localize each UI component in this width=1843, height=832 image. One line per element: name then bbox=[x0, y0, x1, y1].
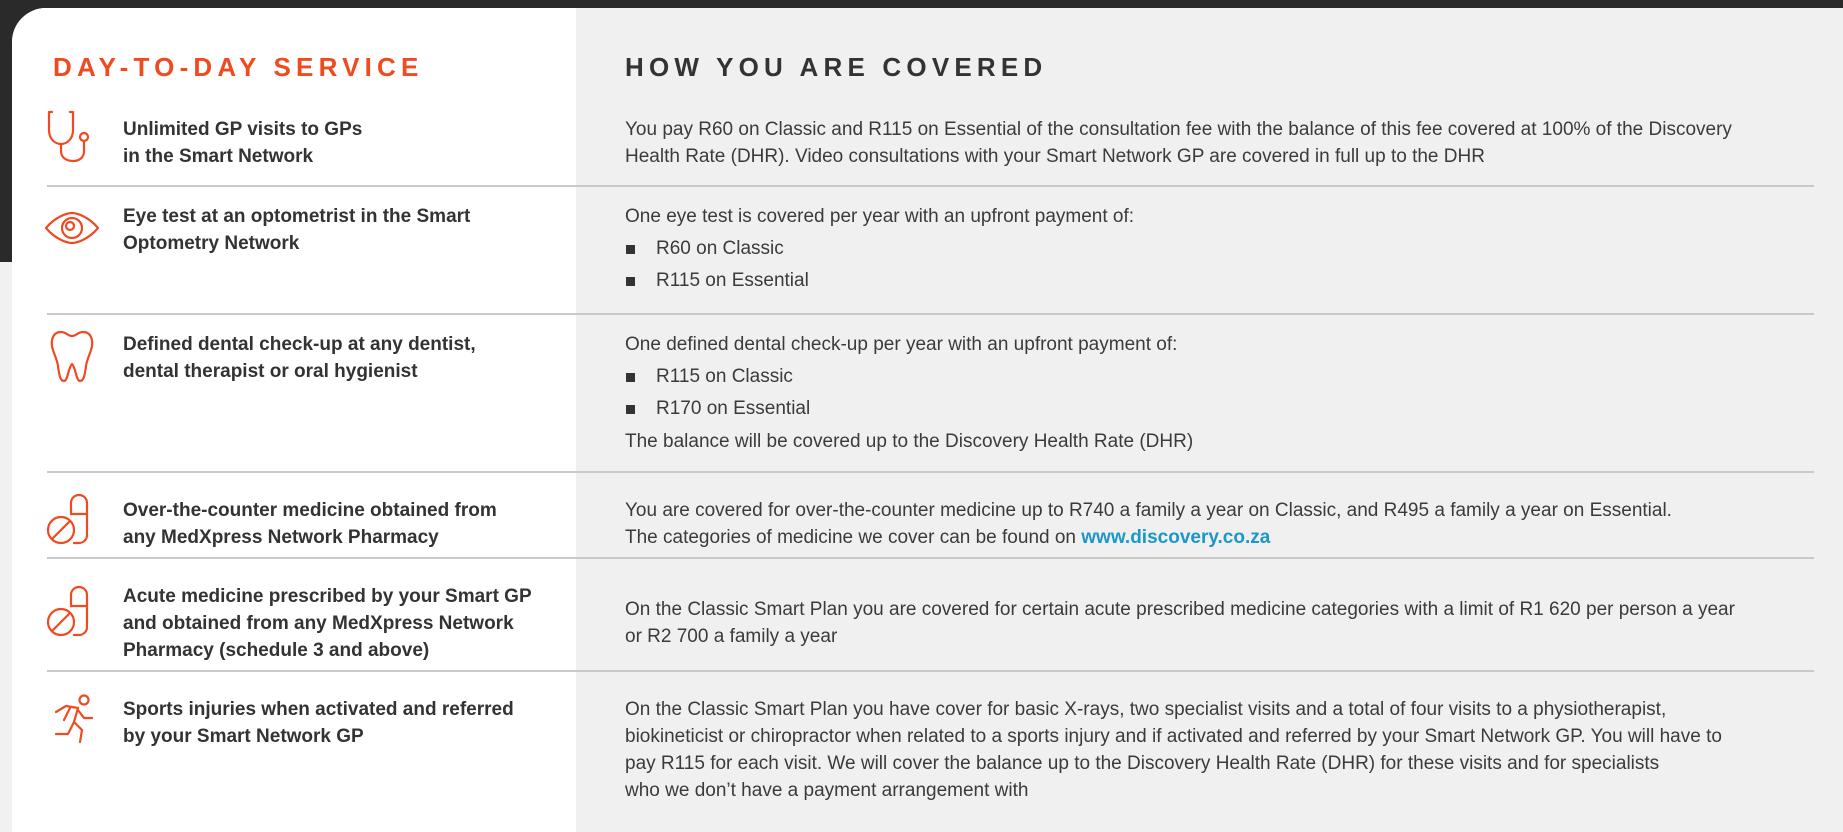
service-title-line: and obtained from any MedXpress Network bbox=[123, 613, 514, 634]
coverage-text: The balance will be covered up to the Di… bbox=[625, 431, 1194, 452]
tooth-icon bbox=[44, 328, 100, 384]
bullet-item: R115 on Essential bbox=[625, 265, 1815, 297]
coverage-text: or R2 700 a family a year bbox=[625, 626, 838, 647]
row-divider bbox=[47, 670, 1814, 672]
eye-icon bbox=[44, 200, 100, 256]
service-title-line: Sports injuries when activated and refer… bbox=[123, 699, 514, 720]
coverage-bullet-list: R115 on Classic R170 on Essential bbox=[625, 361, 1815, 425]
service-title-line: Pharmacy (schedule 3 and above) bbox=[123, 640, 430, 661]
row-divider bbox=[47, 471, 1814, 473]
row-divider bbox=[47, 185, 1814, 187]
service-title-line: any MedXpress Network Pharmacy bbox=[123, 527, 439, 548]
service-title-line: by your Smart Network GP bbox=[123, 726, 364, 747]
service-title-line: Over-the-counter medicine obtained from bbox=[123, 500, 497, 521]
coverage-text: On the Classic Smart Plan you have cover… bbox=[625, 699, 1667, 720]
coverage-text: One defined dental check-up per year wit… bbox=[625, 334, 1178, 355]
service-title-line: in the Smart Network bbox=[123, 146, 314, 167]
service-title-line: Acute medicine prescribed by your Smart … bbox=[123, 586, 532, 607]
coverage-text: who we don’t have a payment arrangement … bbox=[625, 780, 1029, 801]
coverage-text: The categories of medicine we cover can … bbox=[625, 524, 1815, 551]
medicine-icon bbox=[44, 490, 100, 546]
coverage-text: On the Classic Smart Plan you are covere… bbox=[625, 599, 1735, 620]
coverage-text: pay R115 for each visit. We will cover t… bbox=[625, 753, 1660, 774]
service-title-line: Eye test at an optometrist in the Smart bbox=[123, 206, 471, 227]
row-divider bbox=[47, 313, 1814, 315]
coverage-card: DAY-TO-DAY SERVICE HOW YOU ARE COVERED U… bbox=[12, 8, 1843, 832]
coverage-text: One eye test is covered per year with an… bbox=[625, 206, 1135, 227]
row-divider bbox=[47, 557, 1814, 559]
bullet-item: R115 on Classic bbox=[625, 361, 1815, 393]
service-title-line: dental therapist or oral hygienist bbox=[123, 361, 418, 382]
service-title-line: Optometry Network bbox=[123, 233, 300, 254]
coverage-column-header: HOW YOU ARE COVERED bbox=[625, 52, 1048, 82]
prescription-medicine-icon bbox=[44, 582, 100, 638]
coverage-text: Health Rate (DHR). Video consultations w… bbox=[625, 146, 1485, 167]
coverage-text: biokineticist or chiropractor when relat… bbox=[625, 726, 1722, 747]
coverage-bullet-list: R60 on Classic R115 on Essential bbox=[625, 233, 1815, 297]
runner-icon bbox=[44, 692, 100, 748]
coverage-text: You are covered for over-the-counter med… bbox=[625, 500, 1672, 521]
coverage-text-prefix: The categories of medicine we cover can … bbox=[625, 527, 1082, 548]
discovery-website-link[interactable]: www.discovery.co.za bbox=[1081, 527, 1270, 548]
service-title-line: Defined dental check-up at any dentist, bbox=[123, 334, 476, 355]
stethoscope-icon bbox=[44, 108, 100, 164]
service-title-line: Unlimited GP visits to GPs bbox=[123, 119, 363, 140]
service-column-header: DAY-TO-DAY SERVICE bbox=[53, 52, 424, 82]
coverage-text: You pay R60 on Classic and R115 on Essen… bbox=[625, 119, 1732, 140]
bullet-item: R60 on Classic bbox=[625, 233, 1815, 265]
bullet-item: R170 on Essential bbox=[625, 393, 1815, 425]
